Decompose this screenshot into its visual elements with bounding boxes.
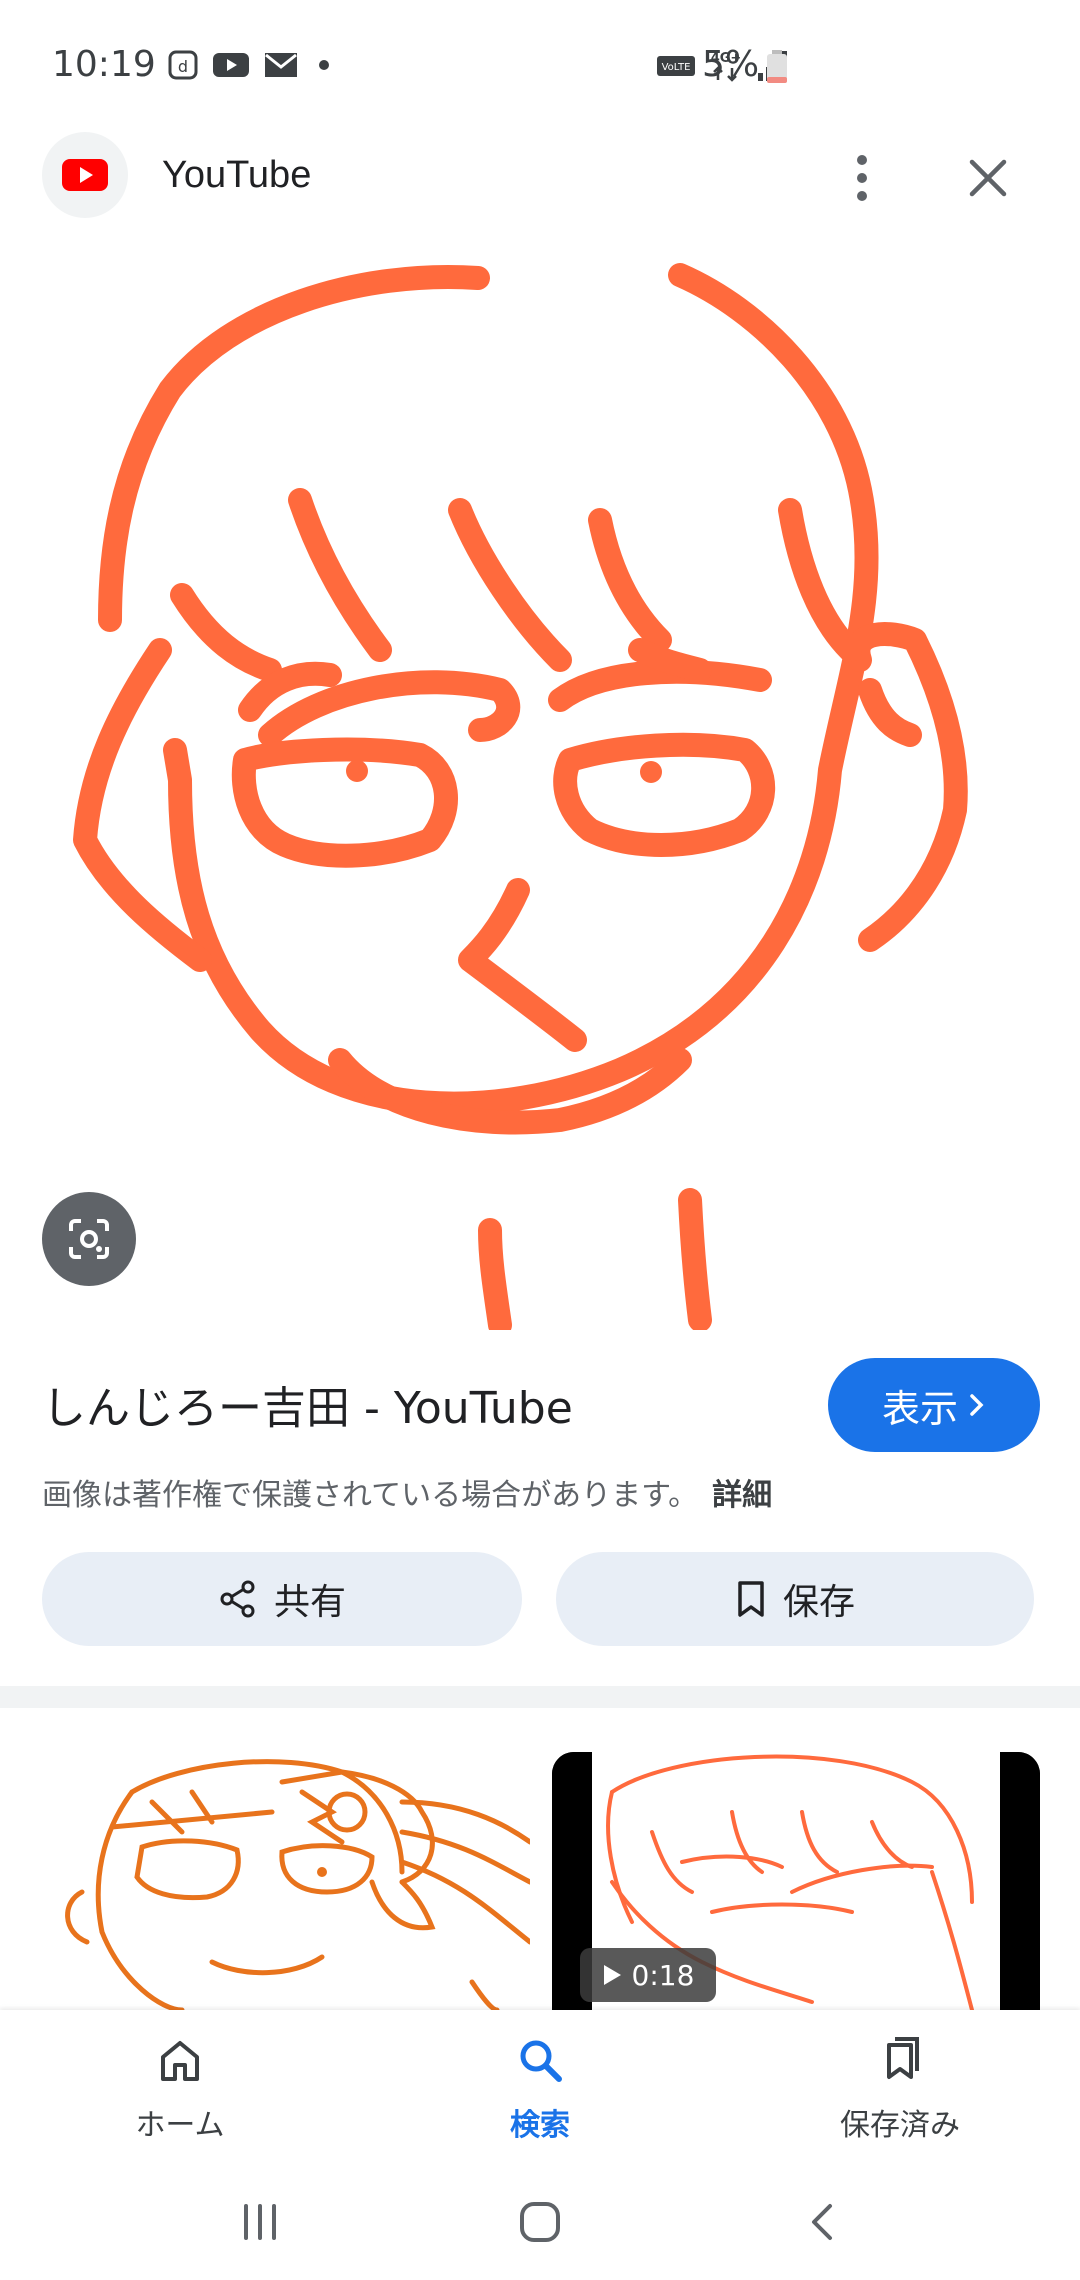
youtube-notification-icon [213,53,249,77]
notification-icons: d [168,50,336,80]
recent-apps-icon[interactable] [238,2200,282,2244]
more-notifications-dot-icon [319,60,329,70]
lens-search-button[interactable] [42,1192,136,1286]
battery-icon [767,50,787,83]
nav-search[interactable]: 検索 [420,2030,660,2144]
youtube-logo-icon [62,159,108,191]
related-drawing-1 [65,1759,530,2010]
related-image-thumbnail[interactable] [42,1752,530,2010]
share-button[interactable]: 共有 [42,1552,522,1646]
search-icon [520,2040,562,2082]
status-bar: 10:19 d VoLTE 4G+ 5% [0,0,1080,120]
visit-button-label: 表示 [881,1386,958,1431]
more-options-icon[interactable] [842,150,882,206]
google-lens-icon [69,1219,109,1259]
copyright-notice: 画像は著作権で保護されている場合があります。 詳細 [42,1470,772,1514]
chevron-right-icon [970,1394,984,1416]
nav-home[interactable]: ホーム [60,2030,300,2144]
nav-search-label: 検索 [510,2108,570,2143]
status-time: 10:19 [52,44,156,85]
main-preview-image[interactable] [0,250,1080,1337]
section-divider [0,1686,1080,1708]
mail-icon [265,53,297,77]
viewer-header: YouTube [0,128,1080,228]
drawn-face-illustration [73,263,968,1337]
battery-percent: 5% [702,44,760,85]
video-duration: 0:18 [631,1958,695,1992]
nav-saved-label: 保存済み [840,2108,960,2143]
close-icon[interactable] [960,150,1016,206]
source-title[interactable]: YouTube [162,154,311,197]
video-duration-badge: 0:18 [580,1948,716,2002]
nav-saved[interactable]: 保存済み [780,2030,1020,2144]
home-icon [161,2041,199,2081]
bookmark-icon [738,1581,764,1617]
copyright-text: 画像は著作権で保護されている場合があります。 [42,1478,699,1513]
result-title: しんじろー吉田 - YouTube [42,1383,573,1434]
visit-button[interactable]: 表示 [828,1358,1040,1452]
svg-text:d: d [178,57,188,76]
source-avatar[interactable] [42,132,128,218]
save-button[interactable]: 保存 [556,1552,1034,1646]
saved-collections-icon [887,2037,919,2079]
nav-home-label: ホーム [135,2108,225,2143]
back-icon[interactable] [802,2200,846,2244]
details-link[interactable]: 詳細 [712,1478,772,1513]
share-label: 共有 [273,1582,346,1623]
docomo-icon: d [168,50,198,80]
save-label: 保存 [782,1582,855,1623]
system-navigation-bar [0,2160,1080,2280]
play-icon [603,1965,621,1985]
share-icon [220,1580,255,1618]
bottom-navigation: ホーム 検索 保存済み [0,2010,1080,2160]
volte-icon: VoLTE [657,56,695,76]
home-button-icon[interactable] [518,2200,562,2244]
svg-text:VoLTE: VoLTE [662,62,691,73]
